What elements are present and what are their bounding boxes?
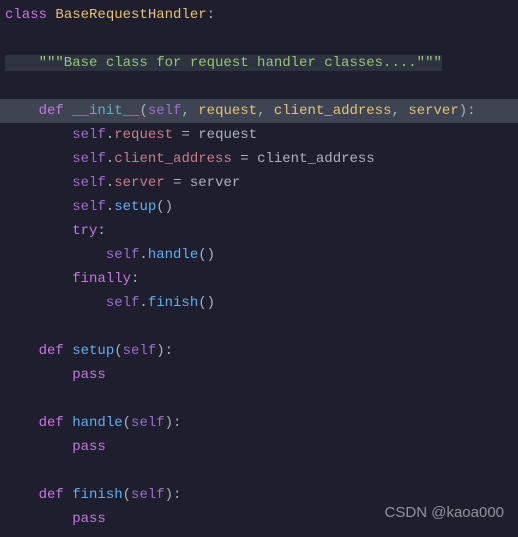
param: client_address [274, 103, 392, 119]
self: self [5, 151, 106, 167]
assign-op: = [165, 175, 190, 191]
code-line[interactable]: finally: [0, 267, 518, 291]
comma: , [181, 103, 198, 119]
assign-op: = [173, 127, 198, 143]
paren: ( [123, 415, 131, 431]
code-line[interactable] [0, 27, 518, 51]
keyword-try: try [5, 223, 97, 239]
watermark-text: CSDN @kaoa000 [385, 501, 504, 525]
code-line[interactable]: def handle(self): [0, 411, 518, 435]
keyword-def: def [5, 415, 72, 431]
dot: . [106, 151, 114, 167]
keyword-pass: pass [5, 511, 106, 527]
method-call: handle [148, 247, 198, 263]
code-line[interactable]: def setup(self): [0, 339, 518, 363]
paren-colon: ): [156, 343, 173, 359]
dot: . [139, 295, 147, 311]
dot: . [139, 247, 147, 263]
paren: ( [139, 103, 147, 119]
code-line[interactable]: """Base class for request handler classe… [0, 51, 518, 75]
self: self [5, 199, 106, 215]
code-line[interactable]: self.request = request [0, 123, 518, 147]
param: server [408, 103, 458, 119]
code-line[interactable]: self.setup() [0, 195, 518, 219]
attribute: client_address [114, 151, 232, 167]
comma: , [257, 103, 274, 119]
comma: , [392, 103, 409, 119]
method-name: finish [72, 487, 122, 503]
keyword-def: def [5, 487, 72, 503]
keyword-class: class [5, 7, 47, 23]
code-line[interactable]: self.client_address = client_address [0, 147, 518, 171]
code-line[interactable] [0, 459, 518, 483]
self: self [5, 247, 139, 263]
self-param: self [148, 103, 182, 119]
paren-colon: ): [165, 487, 182, 503]
keyword-pass: pass [5, 367, 106, 383]
code-line[interactable]: self.server = server [0, 171, 518, 195]
docstring: """Base class for request handler classe… [5, 55, 442, 71]
parens: () [156, 199, 173, 215]
paren: ( [114, 343, 122, 359]
code-line[interactable] [0, 75, 518, 99]
keyword-def: def [5, 343, 72, 359]
code-line[interactable]: pass [0, 435, 518, 459]
self-param: self [123, 343, 157, 359]
keyword-def: def [5, 103, 72, 119]
colon: : [97, 223, 105, 239]
code-line[interactable] [0, 315, 518, 339]
attribute: request [114, 127, 173, 143]
identifier: server [190, 175, 240, 191]
method-name: __init__ [72, 103, 139, 119]
code-line[interactable] [0, 387, 518, 411]
paren: ( [123, 487, 131, 503]
method-call: setup [114, 199, 156, 215]
code-editor[interactable]: class BaseRequestHandler: """Base class … [0, 0, 518, 531]
dot: . [106, 175, 114, 191]
identifier: client_address [257, 151, 375, 167]
code-line[interactable]: class BaseRequestHandler: [0, 3, 518, 27]
code-line[interactable]: self.handle() [0, 243, 518, 267]
self: self [5, 127, 106, 143]
self: self [5, 295, 139, 311]
keyword-finally: finally [5, 271, 131, 287]
parens: () [198, 295, 215, 311]
colon: : [131, 271, 139, 287]
self: self [5, 175, 106, 191]
method-call: finish [148, 295, 198, 311]
colon: : [207, 7, 215, 23]
parens: () [198, 247, 215, 263]
identifier: request [198, 127, 257, 143]
dot: . [106, 127, 114, 143]
method-name: handle [72, 415, 122, 431]
self-param: self [131, 415, 165, 431]
code-line[interactable]: try: [0, 219, 518, 243]
dot: . [106, 199, 114, 215]
code-line[interactable]: pass [0, 363, 518, 387]
paren-colon: ): [459, 103, 476, 119]
self-param: self [131, 487, 165, 503]
class-name: BaseRequestHandler [47, 7, 207, 23]
param: request [198, 103, 257, 119]
code-line-active[interactable]: def __init__(self, request, client_addre… [0, 99, 518, 123]
attribute: server [114, 175, 164, 191]
method-name: setup [72, 343, 114, 359]
paren-colon: ): [165, 415, 182, 431]
assign-op: = [232, 151, 257, 167]
keyword-pass: pass [5, 439, 106, 455]
code-line[interactable]: self.finish() [0, 291, 518, 315]
